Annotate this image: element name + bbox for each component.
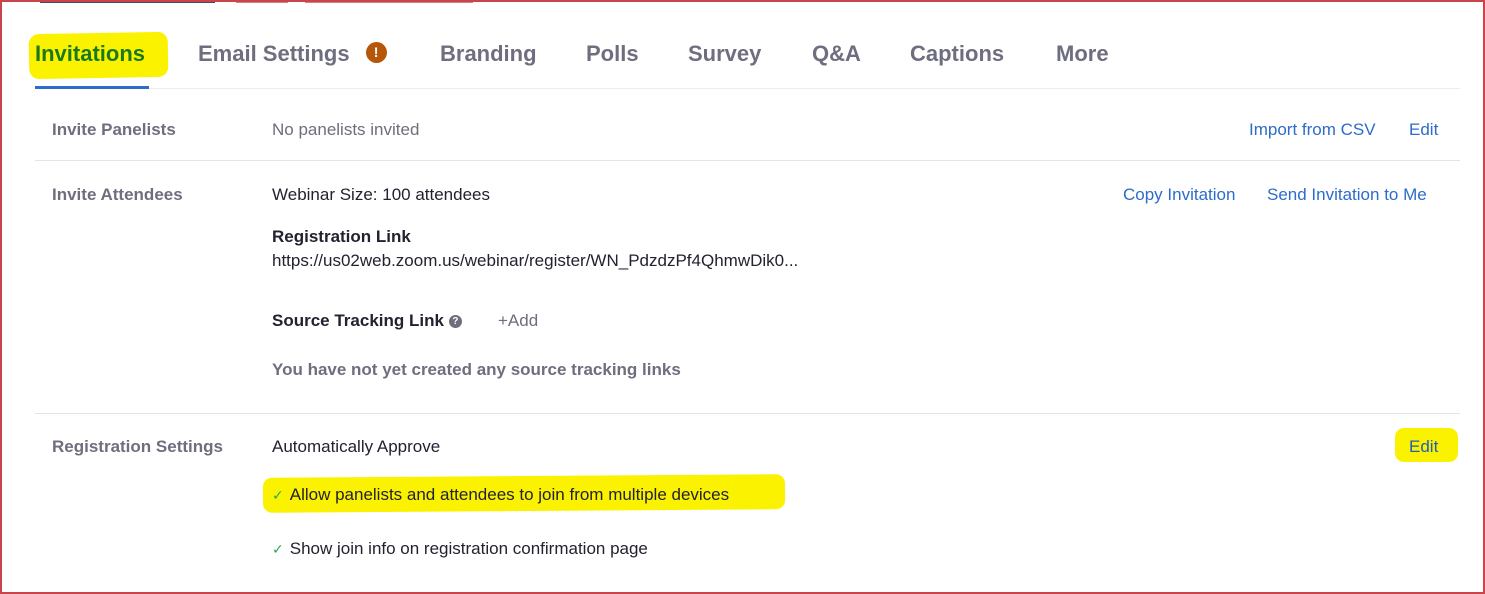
tab-label: Survey <box>688 41 762 66</box>
tab-invitations[interactable]: Invitations <box>28 20 169 89</box>
tab-label: Captions <box>910 41 1005 66</box>
tab-survey[interactable]: Survey <box>688 20 761 88</box>
invite-panelists-section: Invite Panelists No panelists invited Im… <box>35 89 1460 161</box>
section-label: Invite Attendees <box>52 185 183 204</box>
tab-label: More <box>1056 41 1109 66</box>
tab-email-settings[interactable]: Email Settings ! <box>198 20 387 88</box>
registration-link-label: Registration Link <box>272 227 411 246</box>
copy-invitation-link[interactable]: Copy Invitation <box>1123 185 1235 205</box>
import-from-csv-link[interactable]: Import from CSV <box>1249 120 1376 140</box>
source-tracking-label: Source Tracking Link? <box>272 311 462 331</box>
section-label: Registration Settings <box>52 437 223 456</box>
panelists-status: No panelists invited <box>272 120 420 139</box>
tab-branding[interactable]: Branding <box>440 20 537 88</box>
webinar-size: Webinar Size: 100 attendees <box>272 185 490 204</box>
source-tracking-empty-message: You have not yet created any source trac… <box>272 360 681 379</box>
invite-attendees-section: Invite Attendees Webinar Size: 100 atten… <box>35 160 1460 414</box>
add-source-tracking-button[interactable]: +Add <box>498 311 538 331</box>
tab-qa[interactable]: Q&A <box>812 20 861 88</box>
tab-polls[interactable]: Polls <box>586 20 639 88</box>
tab-label: Invitations <box>35 41 146 66</box>
registration-settings-section: Registration Settings Automatically Appr… <box>35 413 1460 594</box>
send-invitation-to-me-link[interactable]: Send Invitation to Me <box>1267 185 1427 205</box>
edit-registration-settings-link[interactable]: Edit <box>1409 437 1438 457</box>
question-circle-icon[interactable]: ? <box>448 315 462 328</box>
tab-more[interactable]: More <box>1056 20 1109 88</box>
tab-label: Polls <box>586 41 639 66</box>
tab-captions[interactable]: Captions <box>910 20 1004 88</box>
section-label: Invite Panelists <box>52 120 176 139</box>
top-edge-strip <box>305 0 473 3</box>
exclamation-icon: ! <box>365 41 387 63</box>
edit-panelists-link[interactable]: Edit <box>1409 120 1438 140</box>
tab-label: Email Settings <box>198 41 350 66</box>
active-tab-indicator <box>35 86 149 89</box>
tab-label: Branding <box>440 41 537 66</box>
source-tracking-label-text: Source Tracking Link <box>272 311 444 330</box>
option-join-info: ✓ Show join info on registration confirma… <box>272 539 648 559</box>
approval-method: Automatically Approve <box>272 437 441 456</box>
checkmark-icon: ✓ <box>272 541 284 557</box>
top-edge-strip <box>40 0 215 3</box>
registration-link-url[interactable]: https://us02web.zoom.us/webinar/register… <box>272 251 798 271</box>
checkmark-icon: ✓ <box>272 487 284 503</box>
tab-label: Q&A <box>812 41 861 66</box>
option-text: Show join info on registration confirmat… <box>289 539 648 558</box>
option-multiple-devices: ✓ Allow panelists and attendees to join f… <box>272 485 729 505</box>
top-edge-strip <box>236 0 288 3</box>
option-text: Allow panelists and attendees to join fr… <box>289 485 730 504</box>
settings-tab-bar: Invitations Email Settings ! Branding Po… <box>28 20 1460 89</box>
